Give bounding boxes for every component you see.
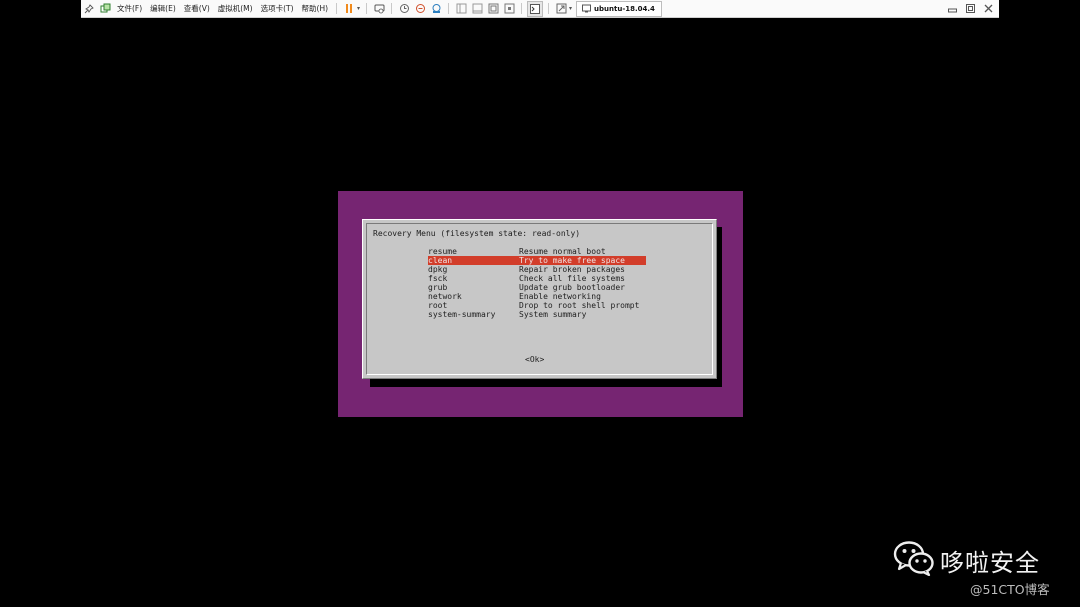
menu-option-clean[interactable]: clean Try to make free space bbox=[428, 256, 646, 265]
menu-option-resume[interactable]: resume Resume normal boot bbox=[428, 247, 646, 256]
menu-option-key: dpkg bbox=[428, 265, 448, 274]
pause-dropdown-icon[interactable]: ▾ bbox=[357, 5, 360, 12]
vm-tab-icon bbox=[581, 2, 591, 16]
view-single-icon[interactable] bbox=[470, 2, 484, 16]
toolbar-divider bbox=[448, 3, 450, 14]
menu-option-description: Resume normal boot bbox=[519, 247, 606, 256]
toolbar-divider bbox=[366, 3, 368, 14]
toolbar-divider bbox=[391, 3, 393, 14]
menu-option-dpkg[interactable]: dpkg Repair broken packages bbox=[428, 265, 646, 274]
menu-option-key: system-summary bbox=[428, 310, 496, 319]
menu-edit[interactable]: 编辑(E) bbox=[150, 3, 176, 14]
close-icon[interactable] bbox=[980, 1, 996, 15]
menu-option-key: clean bbox=[428, 256, 453, 265]
fullscreen-icon[interactable] bbox=[486, 2, 500, 16]
console-icon[interactable] bbox=[527, 0, 544, 17]
menu-option-description: Repair broken packages bbox=[519, 265, 625, 274]
tab-vm-label: ubuntu-18.04.4 bbox=[594, 4, 655, 13]
menu-option-key: resume bbox=[428, 247, 457, 256]
watermark-title: 哆啦安全 bbox=[940, 549, 1040, 577]
toolbar-divider bbox=[521, 3, 523, 14]
menu-option-key: root bbox=[428, 301, 448, 310]
recovery-menu-dialog: Recovery Menu (filesystem state: read-on… bbox=[362, 219, 717, 379]
menu-option-key: fsck bbox=[428, 274, 448, 283]
menu-option-system-summary[interactable]: system-summary System summary bbox=[428, 310, 646, 319]
menu-vm[interactable]: 虚拟机(M) bbox=[218, 3, 253, 14]
stretch-icon[interactable] bbox=[554, 2, 568, 16]
menu-option-description: Drop to root shell prompt bbox=[519, 301, 640, 310]
watermark-site: @51CTO博客 bbox=[970, 582, 1050, 597]
send-keys-icon[interactable] bbox=[372, 2, 386, 16]
toolbar-divider bbox=[548, 3, 550, 14]
menu-option-description: Update grub bootloader bbox=[519, 283, 625, 292]
menu-option-description: Check all file systems bbox=[519, 274, 625, 283]
menu-option-root[interactable]: root Drop to root shell prompt bbox=[428, 301, 646, 310]
menu-view[interactable]: 查看(V) bbox=[184, 3, 210, 14]
snapshot-manager-icon[interactable] bbox=[429, 2, 443, 16]
restore-icon[interactable] bbox=[962, 1, 978, 15]
menu-option-key: grub bbox=[428, 283, 448, 292]
menu-option-description: Try to make free space bbox=[519, 256, 625, 265]
ok-button[interactable]: <Ok> bbox=[525, 355, 544, 364]
menu-option-description: System summary bbox=[519, 310, 587, 319]
tab-vm[interactable]: ubuntu-18.04.4 bbox=[576, 0, 662, 17]
menu-option-network[interactable]: network Enable networking bbox=[428, 292, 646, 301]
stretch-dropdown-icon[interactable]: ▾ bbox=[569, 5, 572, 12]
library-icon[interactable] bbox=[98, 2, 112, 16]
menu-option-grub[interactable]: grub Update grub bootloader bbox=[428, 283, 646, 292]
minimize-icon[interactable] bbox=[944, 1, 960, 15]
pause-icon[interactable] bbox=[342, 2, 356, 16]
menu-file[interactable]: 文件(F) bbox=[117, 3, 142, 14]
wechat-icon bbox=[893, 540, 935, 577]
view-sidebar-icon[interactable] bbox=[454, 2, 468, 16]
menu-help[interactable]: 帮助(H) bbox=[302, 3, 329, 14]
pin-icon[interactable] bbox=[82, 2, 96, 16]
recovery-options-list: resume Resume normal boot clean Try to make… bbox=[428, 247, 646, 319]
menu-option-fsck[interactable]: fsck Check all file systems bbox=[428, 274, 646, 283]
toolbar-divider bbox=[336, 3, 338, 14]
menu-option-description: Enable networking bbox=[519, 292, 601, 301]
unity-icon[interactable] bbox=[502, 2, 516, 16]
menu-option-key: network bbox=[428, 292, 462, 301]
menu-tabs[interactable]: 选项卡(T) bbox=[261, 3, 294, 14]
snapshot-icon[interactable] bbox=[397, 2, 411, 16]
window-controls bbox=[943, 1, 997, 15]
dialog-title: Recovery Menu (filesystem state: read-on… bbox=[373, 229, 581, 238]
vmware-toolbar: 文件(F) 编辑(E) 查看(V) 虚拟机(M) 选项卡(T) 帮助(H) ▾ … bbox=[81, 0, 999, 18]
revert-snapshot-icon[interactable] bbox=[413, 2, 427, 16]
